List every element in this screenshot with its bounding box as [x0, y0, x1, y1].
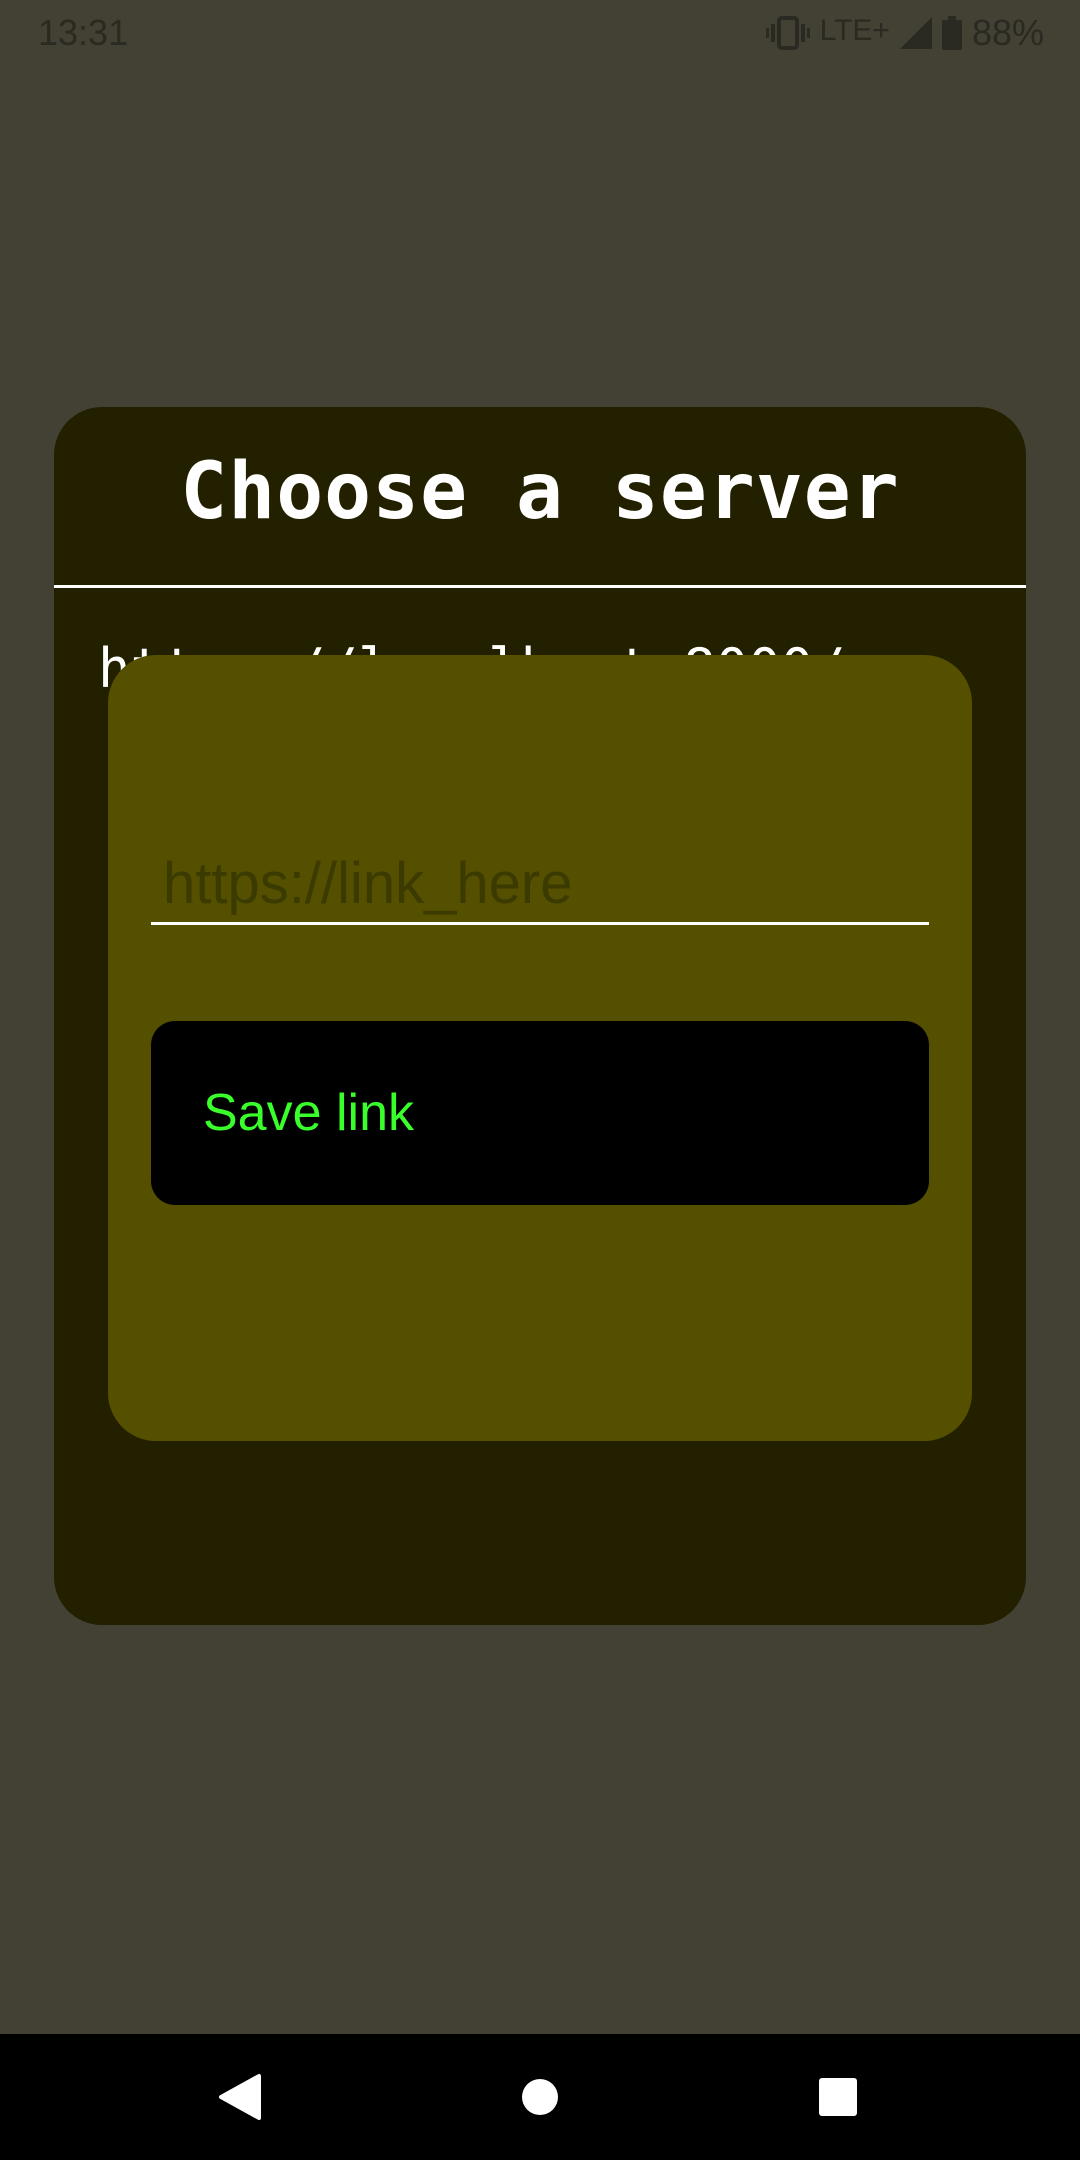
status-icons: LTE+ 88%: [765, 12, 1044, 54]
battery-icon: [941, 16, 962, 50]
home-button[interactable]: [495, 2054, 585, 2140]
title-divider: [54, 585, 1026, 588]
status-bar: 13:31 LTE+ 88%: [0, 0, 1080, 64]
screen: 13:31 LTE+ 88% Choose a server https://l…: [0, 0, 1080, 2160]
nav-bar: [0, 2034, 1080, 2160]
home-icon: [522, 2079, 558, 2115]
add-link-popup: Save link: [108, 655, 972, 1441]
vibrate-icon: [765, 15, 810, 51]
network-label: LTE+: [819, 14, 890, 47]
back-icon: [219, 2074, 261, 2120]
recents-button[interactable]: [793, 2054, 883, 2140]
dialog-title: Choose a server: [180, 447, 900, 537]
status-time: 13:31: [38, 12, 129, 53]
recents-icon: [819, 2078, 857, 2116]
link-input[interactable]: [151, 845, 929, 925]
battery-percent: 88%: [971, 12, 1044, 53]
signal-icon: [899, 17, 932, 49]
back-button[interactable]: [195, 2054, 285, 2140]
save-link-button[interactable]: Save link: [151, 1021, 929, 1205]
